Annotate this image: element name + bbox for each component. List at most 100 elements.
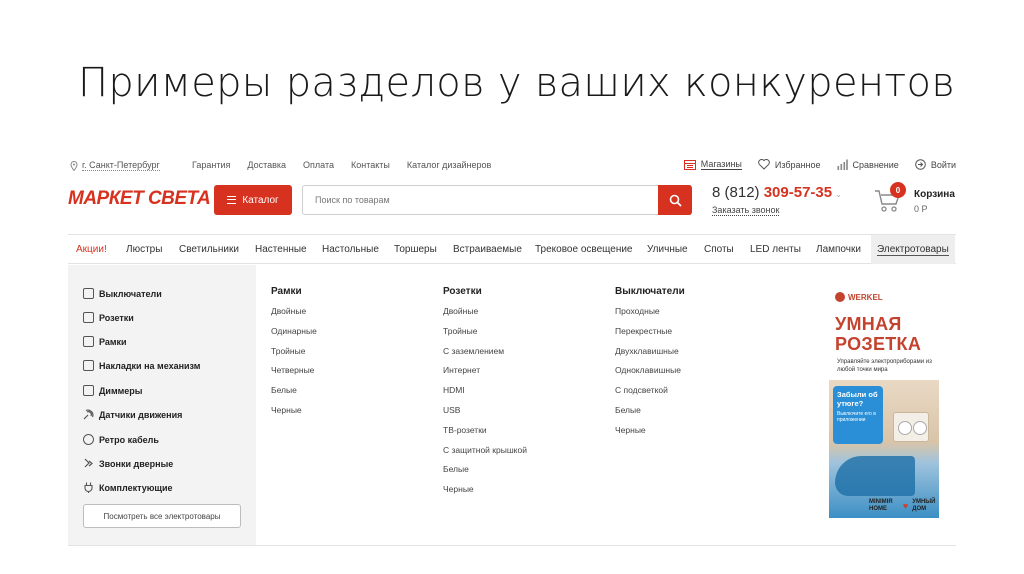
column-link[interactable]: С подсветкой xyxy=(615,384,685,404)
category-nav: Акции! Люстры Светильники Настенные Наст… xyxy=(68,234,956,264)
cart-button[interactable]: 0 xyxy=(874,182,914,216)
compare-link[interactable]: Сравнение xyxy=(837,159,899,170)
sidebar-item-sockets[interactable]: Розетки xyxy=(83,312,134,323)
search-input[interactable]: Поиск по товарам xyxy=(302,185,691,215)
promo-banner[interactable]: WERKEL УМНАЯ РОЗЕТКА Управляйте электроп… xyxy=(829,288,939,518)
nav-item-recessed[interactable]: Встраиваемые xyxy=(453,244,522,255)
nav-item-outdoor[interactable]: Уличные xyxy=(647,244,688,255)
nav-item-electrical[interactable]: Электротовары xyxy=(871,235,955,264)
nav-item-sale[interactable]: Акции! xyxy=(76,244,107,255)
top-links: Гарантия Доставка Оплата Контакты Катало… xyxy=(192,160,491,170)
column-link[interactable]: USB xyxy=(443,404,527,424)
doorbell-icon xyxy=(84,458,93,468)
column-link[interactable]: Одноклавишные xyxy=(615,364,685,384)
link-contacts[interactable]: Контакты xyxy=(351,160,390,170)
promo-footer-right: УМНЫЙ ДОМ xyxy=(912,499,936,512)
link-payment[interactable]: Оплата xyxy=(303,160,334,170)
column-link[interactable]: Двойные xyxy=(271,305,317,325)
promo-headline-line1: УМНАЯ xyxy=(835,314,902,334)
promo-headline-line2: РОЗЕТКА xyxy=(835,334,922,354)
werkel-logo-icon xyxy=(835,292,845,302)
favorites-label: Избранное xyxy=(774,159,821,170)
sidebar-item-label: Рамки xyxy=(99,336,127,347)
sidebar-item-switches[interactable]: Выключатели xyxy=(83,288,162,299)
iron-image xyxy=(835,456,915,496)
socket-icon xyxy=(83,312,94,323)
login-arrow-icon xyxy=(915,159,926,170)
cart-label[interactable]: Корзина xyxy=(914,189,955,200)
catalog-label: Каталог xyxy=(242,194,279,206)
column-link[interactable]: Белые xyxy=(443,463,527,483)
column-title[interactable]: Розетки xyxy=(443,286,527,297)
nav-item-floor[interactable]: Торшеры xyxy=(394,244,437,255)
website-screenshot: г. Санкт-Петербург Гарантия Доставка Опл… xyxy=(68,152,956,546)
sidebar-item-doorbells[interactable]: Звонки дверные xyxy=(83,458,173,469)
column-link[interactable]: Одинарные xyxy=(271,325,317,345)
column-switches: Выключатели Проходные Перекрестные Двухк… xyxy=(615,286,685,444)
phone-prefix: 8 (812) xyxy=(712,184,760,201)
sidebar-item-dimmers[interactable]: Диммеры xyxy=(83,385,142,396)
nav-item-led-strips[interactable]: LED ленты xyxy=(750,244,801,255)
sidebar-item-label: Комплектующие xyxy=(99,482,173,493)
sidebar-item-frames[interactable]: Рамки xyxy=(83,336,127,347)
column-link[interactable]: Тройные xyxy=(271,345,317,365)
column-title[interactable]: Выключатели xyxy=(615,286,685,297)
sidebar-item-label: Диммеры xyxy=(99,385,143,396)
nav-item-lamps[interactable]: Светильники xyxy=(179,244,239,255)
callback-link[interactable]: Заказать звонок xyxy=(712,205,780,216)
catalog-button[interactable]: Каталог xyxy=(214,185,292,215)
sidebar-item-covers[interactable]: Накладки на механизм xyxy=(83,360,200,371)
nav-item-spots[interactable]: Споты xyxy=(704,244,734,255)
nav-item-table[interactable]: Настольные xyxy=(322,244,379,255)
column-link[interactable]: С защитной крышкой xyxy=(443,444,527,464)
column-link[interactable]: Черные xyxy=(271,404,317,424)
column-link[interactable]: Четверные xyxy=(271,364,317,384)
promo-footer-left: MINIMIR HOME xyxy=(869,499,893,512)
column-link[interactable]: Черные xyxy=(615,424,685,444)
column-link[interactable]: Тройные xyxy=(443,325,527,345)
sidebar-item-components[interactable]: Комплектующие xyxy=(83,482,173,493)
column-link[interactable]: Черные xyxy=(443,483,527,503)
nav-item-chandeliers[interactable]: Люстры xyxy=(126,244,162,255)
column-link[interactable]: Двухклавишные xyxy=(615,345,685,365)
site-logo[interactable]: МАРКЕТ СВЕТА xyxy=(68,188,211,210)
cable-coil-icon xyxy=(83,434,94,445)
compare-label: Сравнение xyxy=(852,159,899,170)
column-title[interactable]: Рамки xyxy=(271,286,317,297)
nav-item-bulbs[interactable]: Лампочки xyxy=(816,244,861,255)
motion-sensor-icon xyxy=(83,409,94,420)
cart-sum: 0 Р xyxy=(914,204,928,214)
nav-item-track[interactable]: Трековое освещение xyxy=(535,244,633,255)
slide-title: Примеры разделов у ваших конкурентов xyxy=(78,60,956,106)
link-designers-catalog[interactable]: Каталог дизайнеров xyxy=(407,160,491,170)
sidebar-item-label: Накладки на механизм xyxy=(99,360,201,371)
shops-link[interactable]: Магазины xyxy=(683,159,742,170)
column-link[interactable]: ТВ-розетки xyxy=(443,424,527,444)
column-link[interactable]: С заземлением xyxy=(443,345,527,365)
top-right-links: Магазины Избранное Сравнение Войти xyxy=(683,159,956,170)
column-link[interactable]: Двойные xyxy=(443,305,527,325)
sidebar-item-retro-cable[interactable]: Ретро кабель xyxy=(83,434,159,445)
cart-count-badge: 0 xyxy=(890,182,906,198)
login-link[interactable]: Войти xyxy=(915,159,956,170)
link-delivery[interactable]: Доставка xyxy=(247,160,286,170)
heart-logo-icon: ♥ xyxy=(902,500,909,511)
smart-socket-image xyxy=(893,412,929,442)
phone-number[interactable]: 8 (812) 309-57-35 ⌄ xyxy=(712,184,842,201)
column-link[interactable]: Перекрестные xyxy=(615,325,685,345)
phone-digits: 309-57-35 xyxy=(763,184,833,201)
city-selector[interactable]: г. Санкт-Петербург xyxy=(70,160,160,171)
promo-bubble: Забыли об утюге? Выключите его в приложе… xyxy=(833,386,883,444)
column-link[interactable]: Белые xyxy=(615,404,685,424)
sidebar-item-motion-sensors[interactable]: Датчики движения xyxy=(83,409,182,420)
column-link[interactable]: Белые xyxy=(271,384,317,404)
nav-item-wall[interactable]: Настенные xyxy=(255,244,307,255)
view-all-electrical-button[interactable]: Посмотреть все электротовары xyxy=(83,504,241,528)
link-warranty[interactable]: Гарантия xyxy=(192,160,230,170)
column-link[interactable]: Проходные xyxy=(615,305,685,325)
search-button[interactable] xyxy=(658,185,692,215)
column-link[interactable]: HDMI xyxy=(443,384,527,404)
plug-icon xyxy=(84,482,93,493)
column-link[interactable]: Интернет xyxy=(443,364,527,384)
favorites-link[interactable]: Избранное xyxy=(758,159,821,170)
